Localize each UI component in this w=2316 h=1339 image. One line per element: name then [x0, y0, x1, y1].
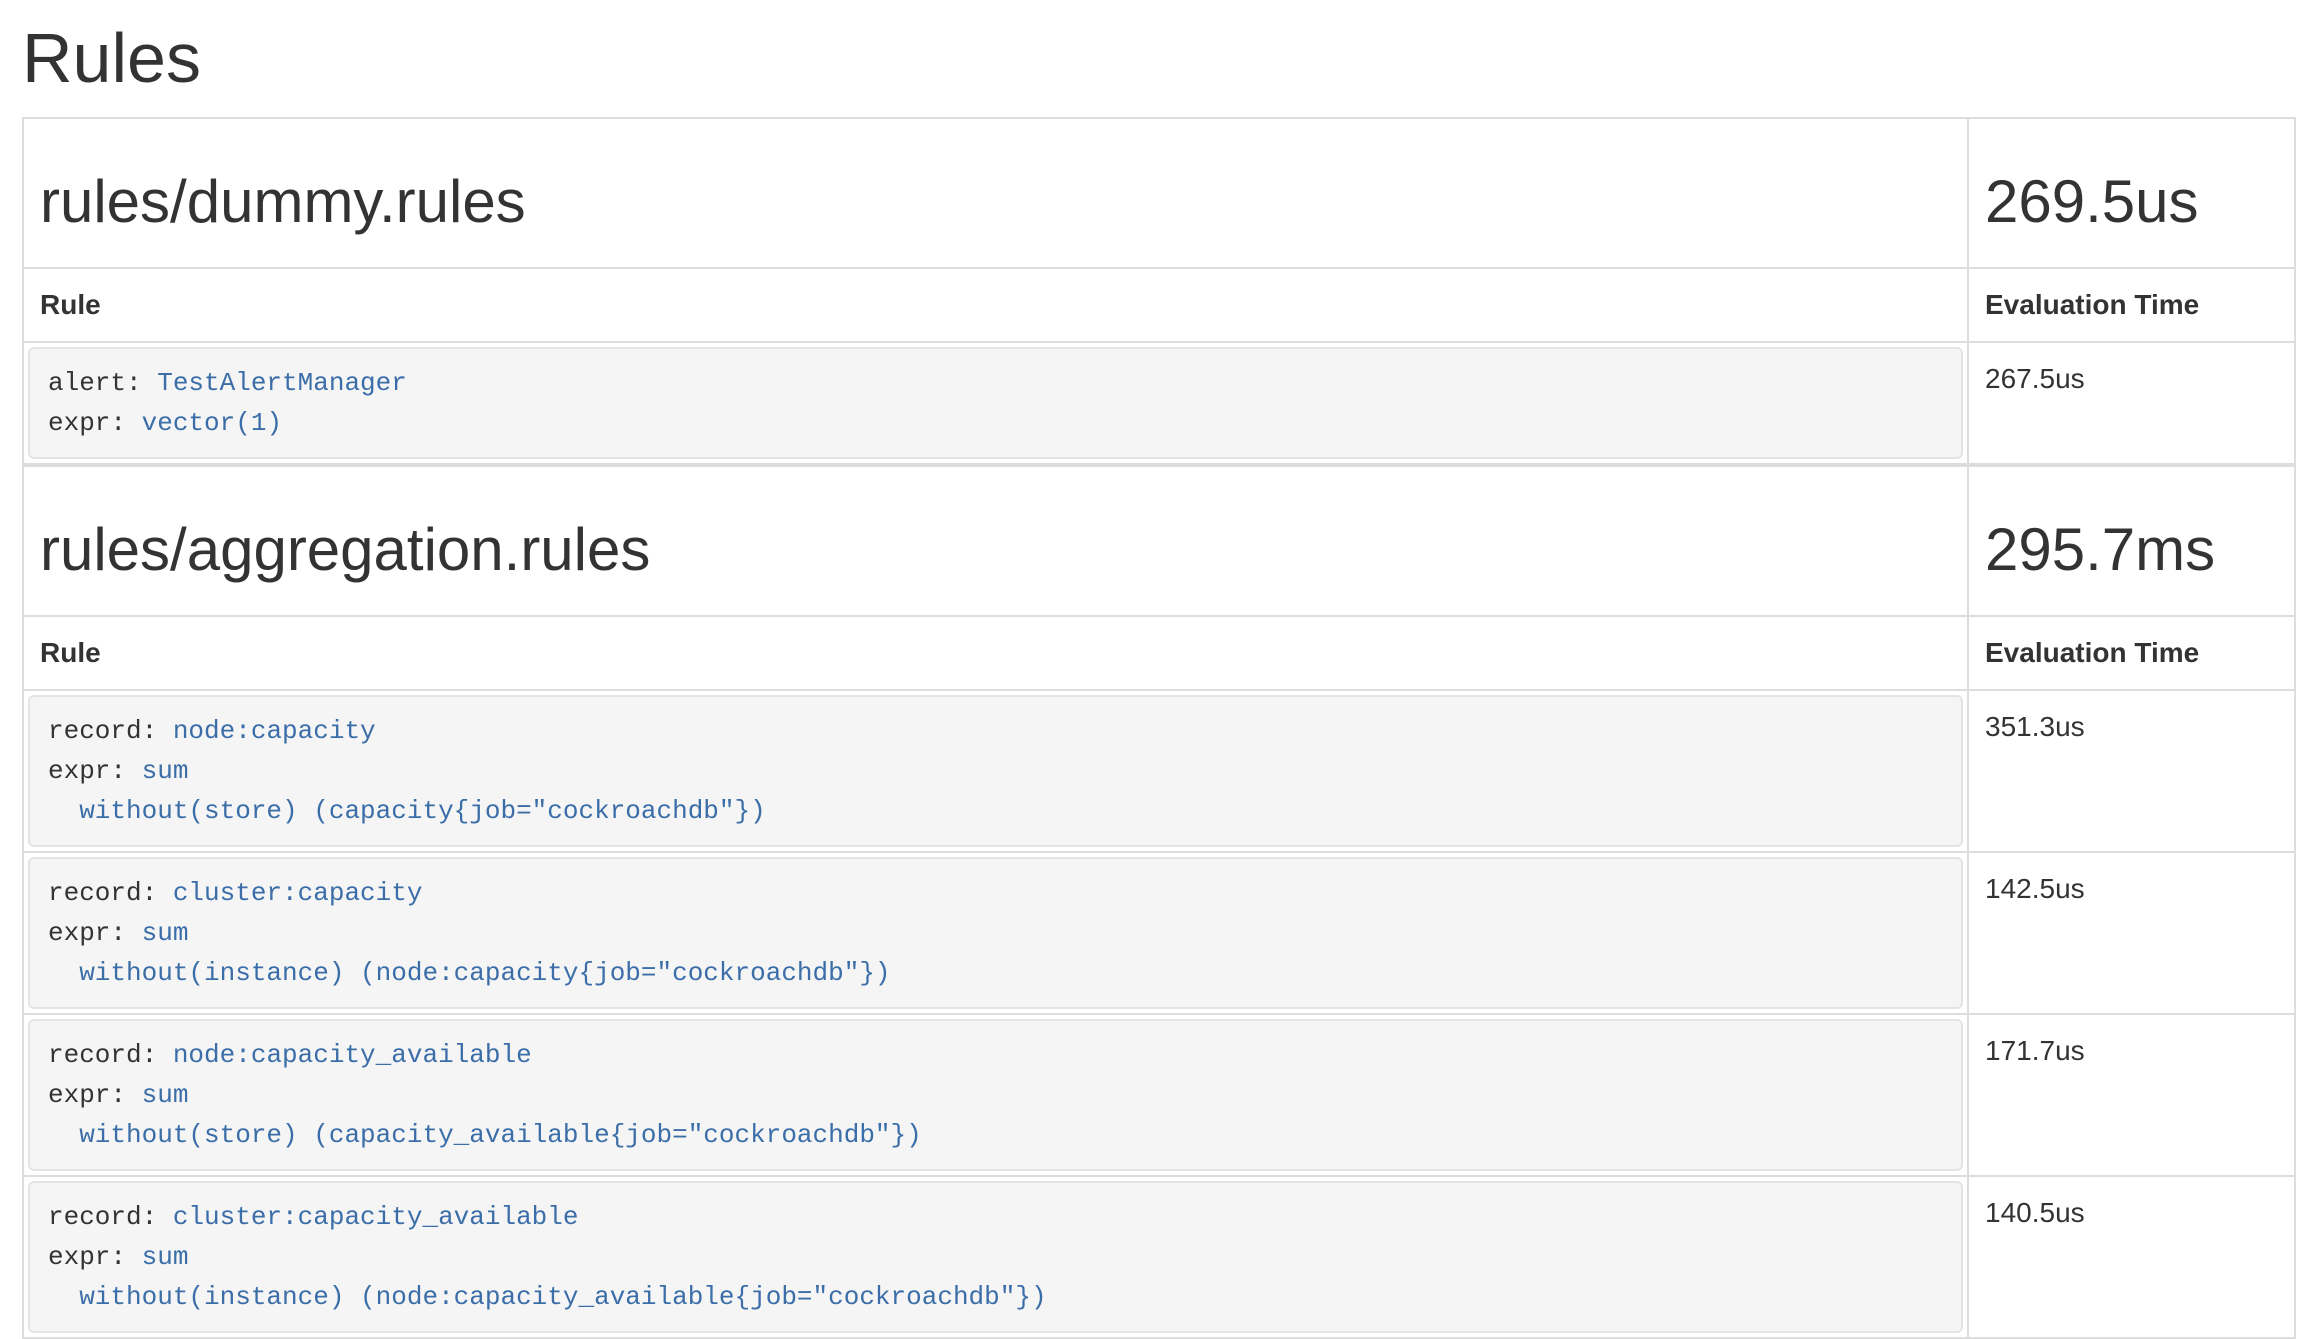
rule-cell: alert: TestAlertManager expr: vector(1): [23, 342, 1968, 464]
rule-expr-link[interactable]: sum without(instance) (node:capacity_ava…: [48, 1242, 1047, 1312]
record-name-link[interactable]: node:capacity: [173, 716, 376, 746]
rule-definition: record: node:capacity_available expr: su…: [28, 1019, 1963, 1171]
evaluation-time-value: 140.5us: [1968, 1176, 2295, 1338]
eval-time-column-header: Evaluation Time: [1968, 268, 2295, 342]
rule-definition: alert: TestAlertManager expr: vector(1): [28, 347, 1963, 459]
group-file-cell: rules/dummy.rules: [23, 118, 1968, 268]
page-title: Rules: [22, 20, 2294, 97]
rule-row: record: cluster:capacity_available expr:…: [23, 1176, 2295, 1338]
rule-definition: record: node:capacity expr: sum without(…: [28, 695, 1963, 847]
rule-group-table-dummy: rules/dummy.rules 269.5us Rule Evaluatio…: [22, 117, 2296, 465]
record-name-link[interactable]: node:capacity_available: [173, 1040, 532, 1070]
rule-key-label: record:: [48, 1040, 173, 1070]
rule-definition: record: cluster:capacity_available expr:…: [28, 1181, 1963, 1333]
rule-expr-link[interactable]: vector(1): [142, 408, 282, 438]
column-header-row: Rule Evaluation Time: [23, 616, 2295, 690]
rule-key-label: record:: [48, 716, 173, 746]
rule-key-label: record:: [48, 1202, 173, 1232]
group-eval-total-cell: 295.7ms: [1968, 466, 2295, 616]
rule-key-label: record:: [48, 878, 173, 908]
rule-expr-link[interactable]: sum without(instance) (node:capacity{job…: [48, 918, 891, 988]
rule-definition: record: cluster:capacity expr: sum witho…: [28, 857, 1963, 1009]
group-eval-total-cell: 269.5us: [1968, 118, 2295, 268]
alert-name-link[interactable]: TestAlertManager: [157, 368, 407, 398]
rule-key-label: expr:: [48, 918, 142, 948]
group-eval-total: 269.5us: [1985, 169, 2278, 235]
record-name-link[interactable]: cluster:capacity: [173, 878, 423, 908]
rule-row: record: cluster:capacity expr: sum witho…: [23, 852, 2295, 1014]
evaluation-time-value: 267.5us: [1968, 342, 2295, 464]
group-file-cell: rules/aggregation.rules: [23, 466, 1968, 616]
rule-cell: record: cluster:capacity expr: sum witho…: [23, 852, 1968, 1014]
record-name-link[interactable]: cluster:capacity_available: [173, 1202, 579, 1232]
group-file-name: rules/dummy.rules: [40, 169, 1951, 235]
rule-column-header: Rule: [23, 616, 1968, 690]
rule-cell: record: node:capacity_available expr: su…: [23, 1014, 1968, 1176]
group-eval-total: 295.7ms: [1985, 517, 2278, 583]
rule-row: record: node:capacity_available expr: su…: [23, 1014, 2295, 1176]
rule-group-table-aggregation: rules/aggregation.rules 295.7ms Rule Eva…: [22, 465, 2296, 1339]
group-header-row: rules/aggregation.rules 295.7ms: [23, 466, 2295, 616]
evaluation-time-value: 142.5us: [1968, 852, 2295, 1014]
rule-key-label: expr:: [48, 756, 142, 786]
column-header-row: Rule Evaluation Time: [23, 268, 2295, 342]
evaluation-time-value: 171.7us: [1968, 1014, 2295, 1176]
rule-expr-link[interactable]: sum without(store) (capacity_available{j…: [48, 1080, 922, 1150]
evaluation-time-value: 351.3us: [1968, 690, 2295, 852]
rule-key-label: expr:: [48, 1242, 142, 1272]
rule-cell: record: cluster:capacity_available expr:…: [23, 1176, 1968, 1338]
rules-page: { "page": { "title": "Rules" }, "table_h…: [0, 0, 2316, 1322]
rule-expr-link[interactable]: sum without(store) (capacity{job="cockro…: [48, 756, 766, 826]
rule-key-label: expr:: [48, 1080, 142, 1110]
rule-key-label: expr:: [48, 408, 142, 438]
rule-column-header: Rule: [23, 268, 1968, 342]
rule-cell: record: node:capacity expr: sum without(…: [23, 690, 1968, 852]
group-header-row: rules/dummy.rules 269.5us: [23, 118, 2295, 268]
rule-row: record: node:capacity expr: sum without(…: [23, 690, 2295, 852]
rule-row: alert: TestAlertManager expr: vector(1) …: [23, 342, 2295, 464]
rule-key-label: alert:: [48, 368, 157, 398]
eval-time-column-header: Evaluation Time: [1968, 616, 2295, 690]
group-file-name: rules/aggregation.rules: [40, 517, 1951, 583]
